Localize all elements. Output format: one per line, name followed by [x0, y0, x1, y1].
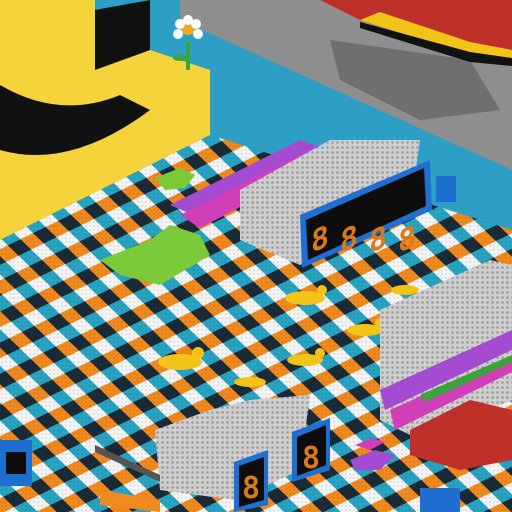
blue-box-left-inner [6, 452, 26, 474]
small-display-right-digit: 8 [302, 441, 320, 476]
blue-box-bottom-right [420, 488, 460, 512]
game-scene: 8 8 8 8 8 8 [0, 0, 512, 512]
small-display-left-digit: 8 [242, 471, 260, 506]
blue-box-right [436, 176, 456, 202]
rubber-duck [234, 377, 266, 387]
rubber-duck [391, 285, 419, 295]
